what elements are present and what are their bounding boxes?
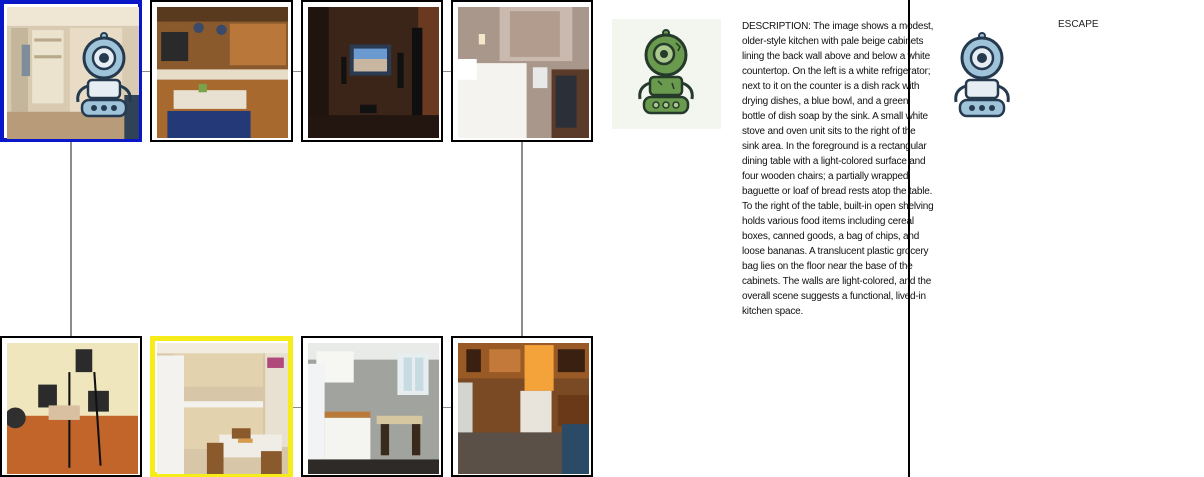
edge-closet-studio [70,142,72,338]
robot-green-icon [638,29,694,115]
home-theater-image [308,7,439,138]
white-kitchen-image [308,343,439,474]
room-white-kitchen[interactable] [301,336,443,477]
room-closet[interactable] [0,0,142,142]
bedroom-image [458,7,589,138]
room-description: DESCRIPTION: The image shows a modest, o… [742,21,934,317]
kitchen-dining-image [157,343,288,474]
room-music-studio[interactable] [0,336,142,477]
edge-bedroom-wood-kitchen [521,142,523,338]
room-map [0,0,600,477]
music-studio-image [7,343,138,474]
room-kitchen-island[interactable] [150,0,293,142]
room-home-theater[interactable] [301,0,443,142]
current-observation-thumbnail [612,19,721,129]
escape-button[interactable]: ESCAPE [1058,19,1099,30]
room-bedroom[interactable] [451,0,593,142]
agent-robot-icon [76,32,132,118]
room-wood-kitchen[interactable] [451,336,593,477]
wood-kitchen-image [458,343,589,474]
panel-divider [908,0,910,477]
room-kitchen-dining[interactable] [150,336,293,477]
kitchen-island-image [157,7,288,138]
agent-robot-icon [954,32,1010,118]
